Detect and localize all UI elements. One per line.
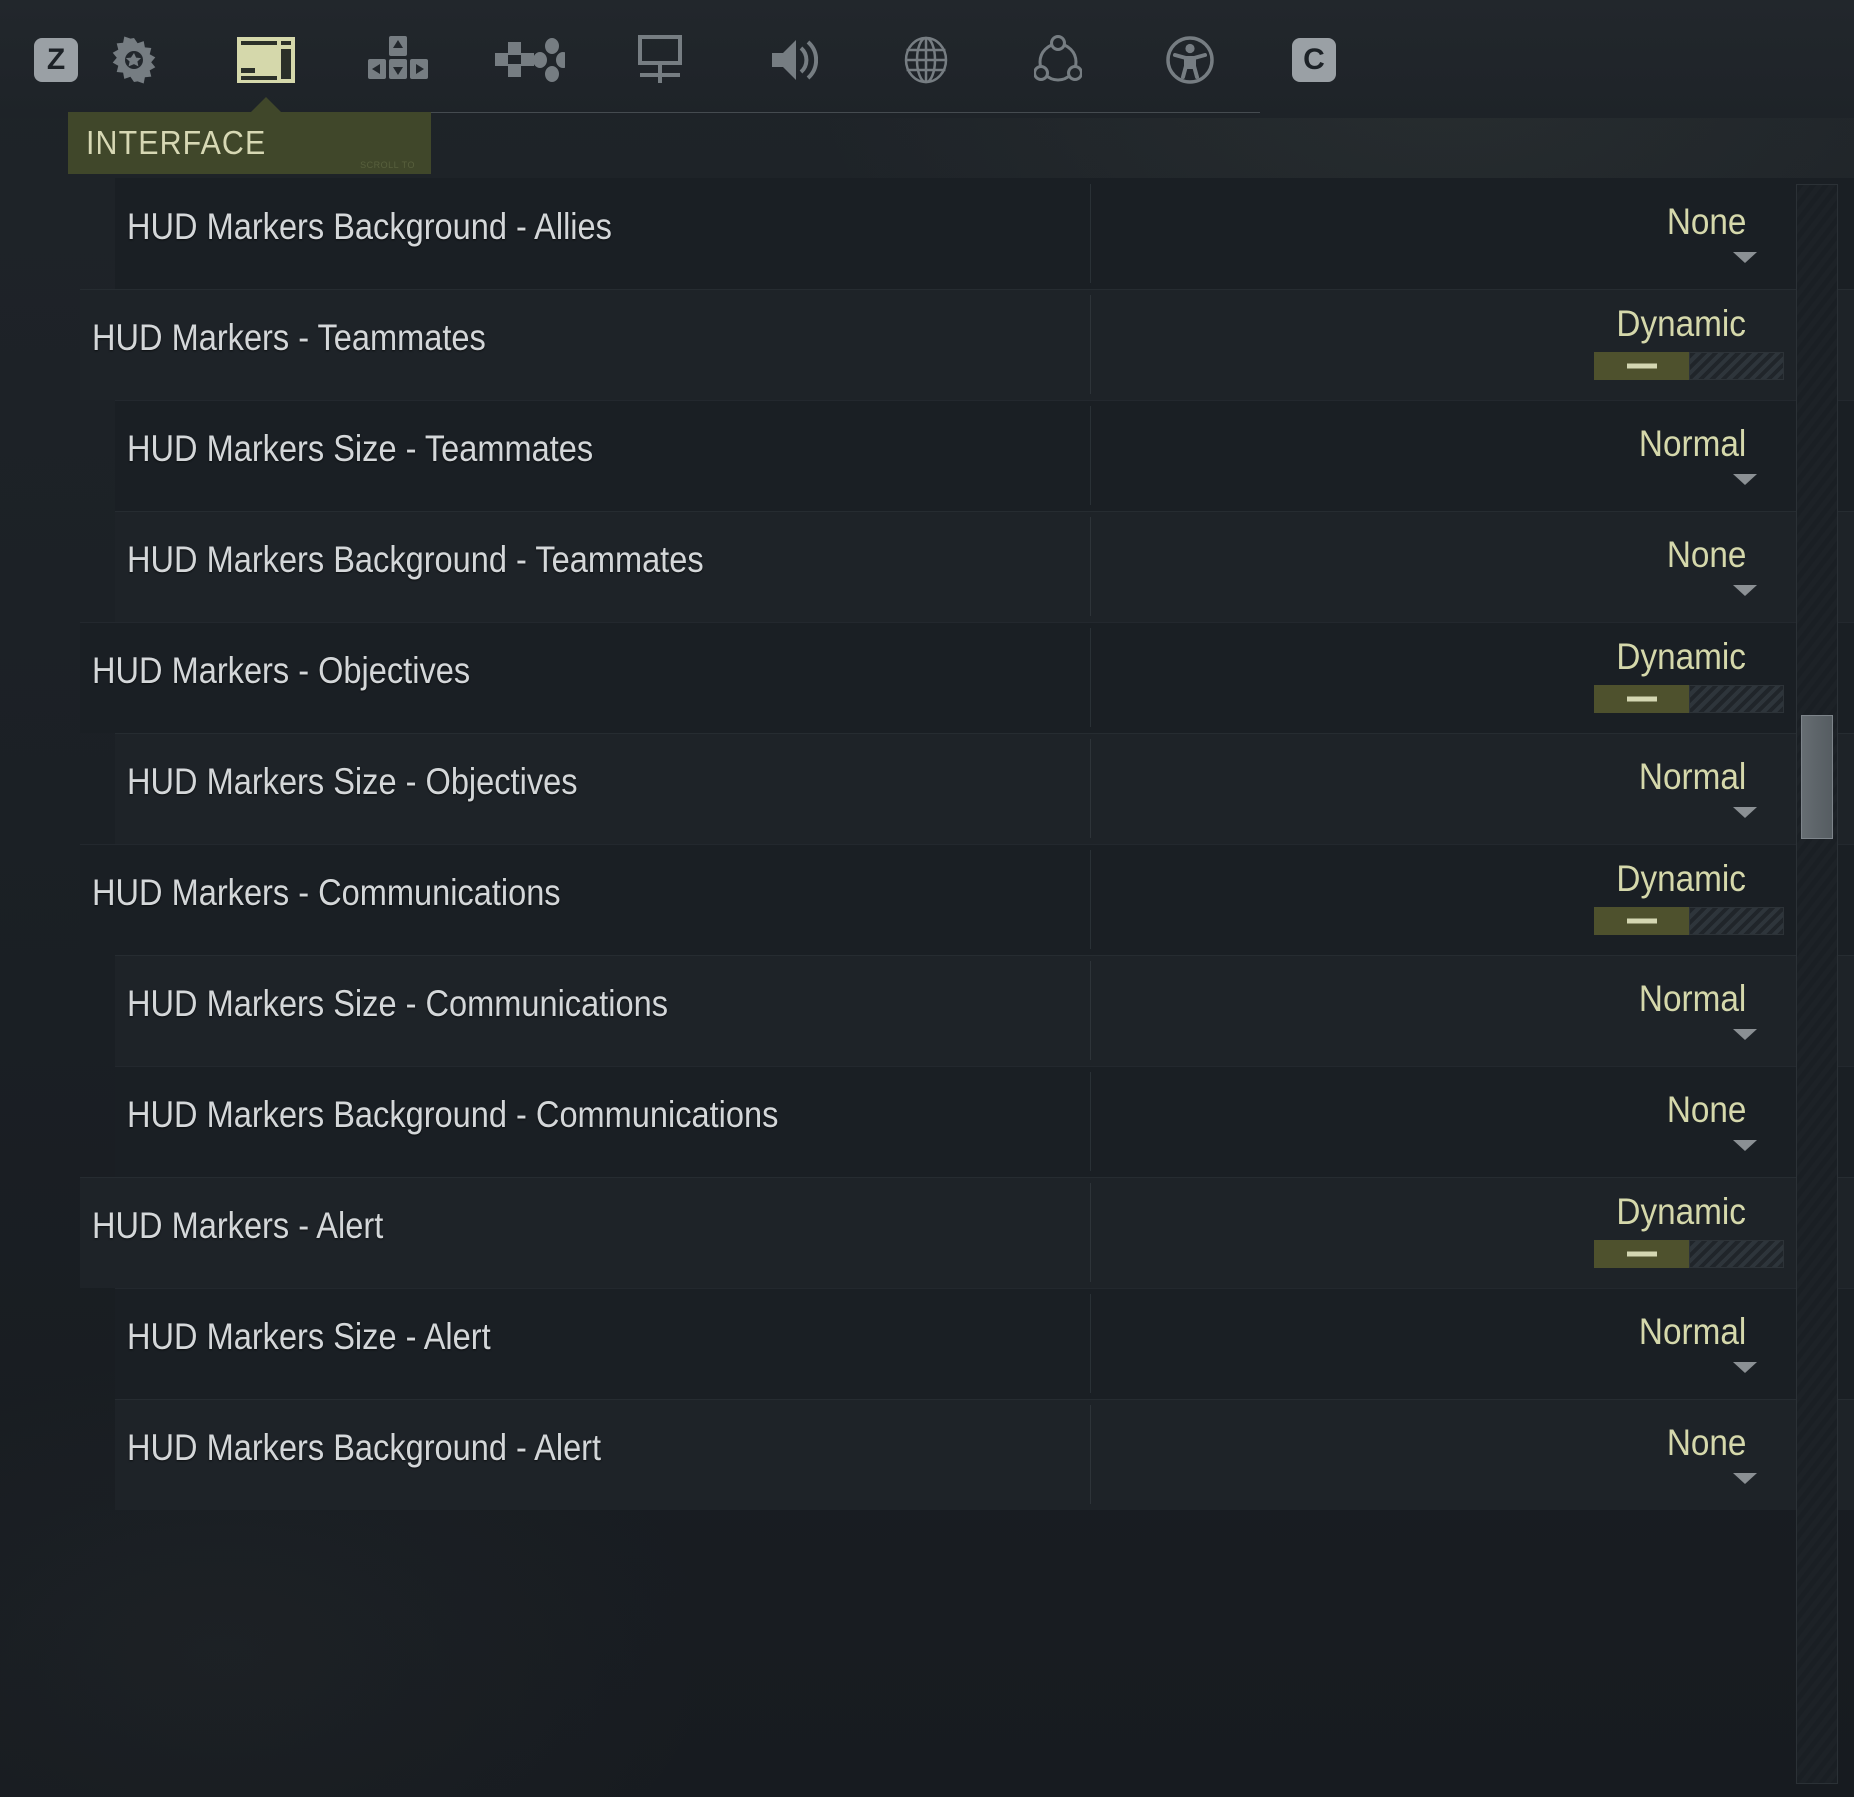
toggle-segment-on[interactable] bbox=[1594, 1240, 1689, 1268]
chevron-down-icon[interactable] bbox=[1733, 1029, 1757, 1040]
setting-label: HUD Markers Size - Communications bbox=[127, 983, 668, 1024]
setting-value-text: Dynamic bbox=[1616, 858, 1746, 899]
setting-value-area[interactable]: None bbox=[1090, 1399, 1854, 1510]
setting-row[interactable]: HUD Markers - Alert Dynamic bbox=[0, 1177, 1854, 1288]
chevron-down-icon[interactable] bbox=[1733, 474, 1757, 485]
setting-value-text: Dynamic bbox=[1616, 1191, 1746, 1232]
nav-item-controller[interactable] bbox=[482, 18, 578, 102]
toggle-segment-off[interactable] bbox=[1689, 907, 1784, 935]
nav-item-key-c[interactable]: C bbox=[1266, 18, 1362, 102]
settings-scrollbar-thumb[interactable] bbox=[1801, 715, 1833, 839]
monitor-icon bbox=[638, 35, 686, 83]
keycap-z: Z bbox=[34, 38, 78, 82]
setting-row[interactable]: HUD Markers Size - Alert Normal bbox=[0, 1288, 1854, 1399]
settings-screen: Z C INTERFACE SCROLL TO HUD Markers Backg… bbox=[0, 0, 1854, 1797]
setting-value-area[interactable]: None bbox=[1090, 511, 1854, 622]
setting-value-area[interactable]: Dynamic bbox=[1090, 622, 1854, 733]
accessibility-icon bbox=[1165, 35, 1215, 85]
setting-label: HUD Markers Size - Teammates bbox=[127, 428, 594, 469]
setting-value-text: None bbox=[1666, 534, 1746, 575]
setting-value-text: Normal bbox=[1638, 1311, 1746, 1352]
network-nodes-icon bbox=[1034, 35, 1082, 85]
nav-item-interface[interactable] bbox=[218, 18, 314, 102]
setting-label: HUD Markers - Objectives bbox=[92, 650, 471, 691]
setting-value-text: Normal bbox=[1638, 756, 1746, 797]
setting-value-area[interactable]: Dynamic bbox=[1090, 1177, 1854, 1288]
setting-row[interactable]: HUD Markers Background - Allies None bbox=[0, 178, 1854, 289]
speaker-icon bbox=[772, 40, 818, 80]
chevron-down-icon[interactable] bbox=[1733, 585, 1757, 596]
chevron-down-icon[interactable] bbox=[1733, 252, 1757, 263]
segmented-toggle[interactable] bbox=[1594, 352, 1784, 380]
setting-value-area[interactable]: Normal bbox=[1090, 1288, 1854, 1399]
setting-value-area[interactable]: None bbox=[1090, 178, 1854, 289]
nav-item-accessibility[interactable] bbox=[1142, 18, 1238, 102]
toggle-segment-on[interactable] bbox=[1594, 685, 1689, 713]
toggle-segment-on[interactable] bbox=[1594, 352, 1689, 380]
segmented-toggle[interactable] bbox=[1594, 1240, 1784, 1268]
setting-value-text: None bbox=[1666, 1089, 1746, 1130]
setting-value-text: None bbox=[1666, 201, 1746, 242]
setting-label: HUD Markers - Communications bbox=[92, 872, 561, 913]
setting-value-area[interactable]: Normal bbox=[1090, 400, 1854, 511]
setting-row[interactable]: HUD Markers - Communications Dynamic bbox=[0, 844, 1854, 955]
setting-label: HUD Markers Background - Communications bbox=[127, 1094, 779, 1135]
setting-value-text: Dynamic bbox=[1616, 636, 1746, 677]
toggle-segment-off[interactable] bbox=[1689, 1240, 1784, 1268]
nav-item-language[interactable] bbox=[878, 18, 974, 102]
setting-value-area[interactable]: Dynamic bbox=[1090, 844, 1854, 955]
setting-row[interactable]: HUD Markers - Teammates Dynamic bbox=[0, 289, 1854, 400]
setting-value-area[interactable]: Dynamic bbox=[1090, 289, 1854, 400]
setting-label: HUD Markers Background - Teammates bbox=[127, 539, 704, 580]
nav-item-audio[interactable] bbox=[746, 18, 842, 102]
setting-row[interactable]: HUD Markers - Objectives Dynamic bbox=[0, 622, 1854, 733]
nav-item-keyboard[interactable] bbox=[350, 18, 446, 102]
setting-label: HUD Markers Size - Alert bbox=[127, 1316, 491, 1357]
chevron-down-icon[interactable] bbox=[1733, 1140, 1757, 1151]
chevron-down-icon[interactable] bbox=[1733, 1362, 1757, 1373]
setting-value-text: Dynamic bbox=[1616, 303, 1746, 344]
keycap-c: C bbox=[1292, 38, 1336, 82]
setting-value-area[interactable]: Normal bbox=[1090, 955, 1854, 1066]
setting-row[interactable]: HUD Markers Size - Communications Normal bbox=[0, 955, 1854, 1066]
setting-row[interactable]: HUD Markers Background - Alert None bbox=[0, 1399, 1854, 1510]
setting-label: HUD Markers - Teammates bbox=[92, 317, 486, 358]
settings-scrollbar-track[interactable] bbox=[1796, 184, 1838, 1784]
setting-value-text: None bbox=[1666, 1422, 1746, 1463]
chevron-down-icon[interactable] bbox=[1733, 1473, 1757, 1484]
nav-item-general[interactable] bbox=[86, 18, 182, 102]
arrow-keys-icon bbox=[368, 36, 428, 79]
setting-label: HUD Markers - Alert bbox=[92, 1205, 384, 1246]
globe-icon bbox=[904, 36, 948, 84]
setting-row[interactable]: HUD Markers Background - Communications N… bbox=[0, 1066, 1854, 1177]
chevron-down-icon[interactable] bbox=[1733, 807, 1757, 818]
setting-value-text: Normal bbox=[1638, 423, 1746, 464]
active-tab-pointer bbox=[251, 97, 281, 112]
settings-list: HUD Markers Background - Allies None HUD M… bbox=[0, 178, 1854, 1797]
segmented-toggle[interactable] bbox=[1594, 907, 1784, 935]
gamepad-icon bbox=[495, 38, 565, 82]
setting-value-text: Normal bbox=[1638, 978, 1746, 1019]
setting-label: HUD Markers Size - Objectives bbox=[127, 761, 578, 802]
section-tab-label: INTERFACE bbox=[86, 124, 267, 161]
setting-label: HUD Markers Background - Alert bbox=[127, 1427, 602, 1468]
setting-label: HUD Markers Background - Allies bbox=[127, 206, 612, 247]
toggle-segment-off[interactable] bbox=[1689, 685, 1784, 713]
nav-item-network[interactable] bbox=[1010, 18, 1106, 102]
setting-row[interactable]: HUD Markers Size - Teammates Normal bbox=[0, 400, 1854, 511]
setting-value-area[interactable]: Normal bbox=[1090, 733, 1854, 844]
segmented-toggle[interactable] bbox=[1594, 685, 1784, 713]
section-tab-interface[interactable]: INTERFACE SCROLL TO bbox=[68, 112, 431, 174]
setting-row[interactable]: HUD Markers Size - Objectives Normal bbox=[0, 733, 1854, 844]
nav-item-display[interactable] bbox=[614, 18, 710, 102]
section-tab-microtext: SCROLL TO bbox=[360, 160, 415, 170]
toggle-segment-off[interactable] bbox=[1689, 352, 1784, 380]
toggle-segment-on[interactable] bbox=[1594, 907, 1689, 935]
setting-row[interactable]: HUD Markers Background - Teammates None bbox=[0, 511, 1854, 622]
window-panel-icon bbox=[237, 37, 295, 83]
setting-value-area[interactable]: None bbox=[1090, 1066, 1854, 1177]
gear-icon bbox=[112, 36, 156, 84]
